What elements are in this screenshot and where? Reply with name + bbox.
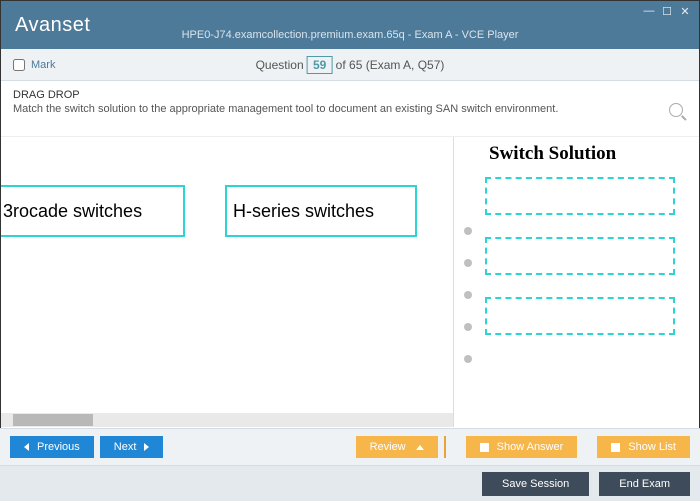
- maximize-icon[interactable]: ☐: [659, 5, 675, 18]
- previous-button[interactable]: Previous: [10, 436, 94, 458]
- dot-icon: [464, 227, 472, 235]
- end-exam-button[interactable]: End Exam: [599, 472, 690, 496]
- window-controls: — ☐ ✕: [641, 5, 693, 18]
- square-icon: [480, 443, 489, 452]
- drag-item-hseries[interactable]: H-series switches: [225, 185, 417, 237]
- scrollbar-thumb[interactable]: [13, 414, 93, 426]
- vertical-divider: [453, 137, 454, 427]
- drag-item-brocade[interactable]: 3rocade switches: [1, 185, 185, 237]
- question-bar: Mark Question 59 of 65 (Exam A, Q57): [1, 49, 699, 81]
- button-label: Show List: [628, 441, 676, 453]
- footer-row-2: Save Session End Exam: [0, 465, 700, 501]
- button-label: Save Session: [502, 478, 569, 490]
- show-list-button[interactable]: Show List: [597, 436, 690, 458]
- footer-row-1: Previous Next Review Show Answer Show Li…: [0, 429, 700, 465]
- connector-dots: [464, 227, 472, 363]
- review-button[interactable]: Review: [356, 436, 438, 458]
- mark-checkbox-wrap[interactable]: Mark: [13, 59, 55, 71]
- title-bar: Avanset HPE0-J74.examcollection.premium.…: [1, 1, 699, 49]
- show-answer-button[interactable]: Show Answer: [466, 436, 578, 458]
- window-title: HPE0-J74.examcollection.premium.exam.65q…: [182, 29, 519, 41]
- drop-zone[interactable]: [485, 297, 675, 335]
- mark-checkbox[interactable]: [13, 59, 25, 71]
- button-label: Show Answer: [497, 441, 564, 453]
- drop-zone[interactable]: [485, 177, 675, 215]
- question-word: Question: [256, 58, 304, 72]
- dot-icon: [464, 259, 472, 267]
- horizontal-scrollbar[interactable]: [1, 413, 453, 427]
- question-counter: Question 59 of 65 (Exam A, Q57): [256, 56, 445, 74]
- content-area: Switch Solution 3rocade switches H-serie…: [1, 137, 699, 427]
- dot-icon: [464, 291, 472, 299]
- dot-icon: [464, 323, 472, 331]
- save-session-button[interactable]: Save Session: [482, 472, 589, 496]
- question-number-box: 59: [307, 56, 332, 74]
- question-total: of 65 (Exam A, Q57): [336, 58, 445, 72]
- app-logo: Avanset: [15, 14, 90, 37]
- button-label: Previous: [37, 441, 80, 453]
- instruction-body: Match the switch solution to the appropr…: [13, 103, 687, 115]
- next-button[interactable]: Next: [100, 436, 164, 458]
- minimize-icon[interactable]: —: [641, 5, 657, 18]
- close-icon[interactable]: ✕: [677, 5, 693, 18]
- button-label: Review: [370, 441, 406, 453]
- instruction-area: DRAG DROP Match the switch solution to t…: [1, 81, 699, 137]
- mark-label: Mark: [31, 59, 55, 71]
- magnifier-icon[interactable]: [669, 103, 683, 117]
- switch-solution-heading: Switch Solution: [489, 143, 616, 165]
- instruction-title: DRAG DROP: [13, 89, 687, 101]
- drag-item-label: H-series switches: [233, 201, 374, 222]
- dot-icon: [464, 355, 472, 363]
- square-icon: [611, 443, 620, 452]
- button-label: Next: [114, 441, 137, 453]
- drag-item-label: 3rocade switches: [3, 201, 142, 222]
- button-label: End Exam: [619, 478, 670, 490]
- drop-zone[interactable]: [485, 237, 675, 275]
- footer: Previous Next Review Show Answer Show Li…: [0, 428, 700, 500]
- separator: [444, 436, 446, 458]
